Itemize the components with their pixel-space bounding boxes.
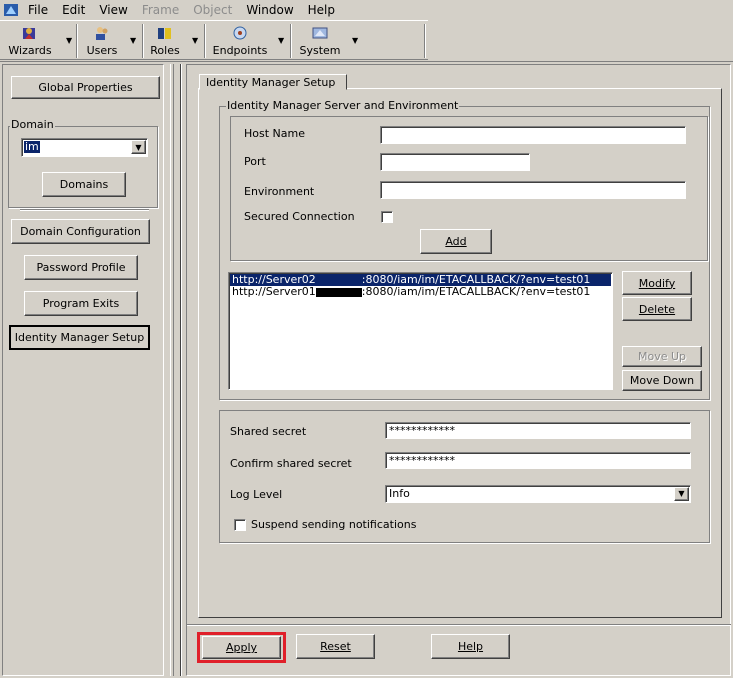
reset-button-label: Reset [320, 640, 351, 653]
users-button[interactable]: Users [80, 24, 124, 58]
splitter-handle[interactable] [170, 64, 174, 676]
domains-button[interactable]: Domains [42, 172, 126, 197]
add-button[interactable]: Add [420, 229, 492, 254]
menu-bar: File Edit View Frame Object Window Help [0, 0, 733, 20]
program-exits-button[interactable]: Program Exits [24, 291, 138, 316]
tab-identity-manager-setup[interactable]: Identity Manager Setup [199, 74, 347, 90]
port-input[interactable] [380, 153, 530, 171]
system-icon [311, 25, 329, 44]
modify-button[interactable]: Modify [622, 271, 692, 295]
toolbar-separator [424, 24, 426, 58]
shared-secret-label: Shared secret [230, 425, 307, 438]
secured-connection-label: Secured Connection [244, 210, 355, 223]
sidebar-divider [20, 209, 149, 211]
add-button-label: Add [445, 235, 467, 248]
wizards-label: Wizards [8, 44, 52, 57]
confirm-secret-value: ************ [389, 454, 455, 467]
toolbar-separator [290, 24, 292, 58]
toolbar-separator [142, 24, 144, 58]
menu-frame[interactable]: Frame [135, 3, 186, 17]
environment-label: Environment [244, 185, 315, 198]
tab-label: Identity Manager Setup [206, 75, 336, 89]
users-icon [93, 25, 111, 44]
help-button-label: Help [457, 640, 484, 653]
wizards-button[interactable]: Wizards [4, 24, 56, 58]
suspend-notifications-checkbox[interactable] [234, 519, 246, 531]
endpoints-icon [231, 25, 249, 44]
toolbar-separator [204, 24, 206, 58]
confirm-secret-label: Confirm shared secret [230, 457, 352, 470]
chevron-down-icon[interactable]: ▼ [674, 487, 689, 501]
delete-button[interactable]: Delete [622, 297, 692, 321]
system-label: System [299, 44, 341, 57]
roles-dropdown-icon[interactable]: ▼ [192, 36, 198, 45]
menu-help[interactable]: Help [301, 3, 342, 17]
app-icon [3, 3, 19, 17]
reset-button[interactable]: Reset [296, 634, 375, 659]
apply-button[interactable]: Apply [202, 636, 281, 659]
toolbar-separator [76, 24, 78, 58]
menu-view[interactable]: View [92, 3, 134, 17]
roles-label: Roles [150, 44, 180, 57]
secured-connection-checkbox[interactable] [381, 211, 393, 223]
chevron-down-icon[interactable]: ▼ [131, 140, 146, 154]
list-item-host: http://Server01 [232, 285, 316, 298]
environment-input[interactable] [380, 181, 686, 199]
endpoints-button[interactable]: Endpoints [208, 24, 272, 58]
wizard-icon [21, 25, 39, 44]
roles-icon [156, 25, 174, 44]
host-name-label: Host Name [244, 127, 305, 140]
shared-secret-value: ************ [389, 424, 455, 437]
server-list[interactable]: http://Server02:8080/iam/im/ETACALLBACK/… [228, 272, 613, 390]
users-label: Users [86, 44, 118, 57]
help-button[interactable]: Help [431, 634, 510, 659]
suspend-notifications-label: Suspend sending notifications [251, 518, 417, 531]
system-button[interactable]: System [294, 24, 346, 58]
users-dropdown-icon[interactable]: ▼ [130, 36, 136, 45]
shared-secret-input[interactable]: ************ [385, 422, 691, 439]
log-level-select[interactable]: Info ▼ [385, 485, 691, 503]
endpoints-dropdown-icon[interactable]: ▼ [278, 36, 284, 45]
menu-edit[interactable]: Edit [55, 3, 92, 17]
apply-button-label: Apply [225, 641, 258, 654]
redacted-block [315, 275, 362, 285]
log-level-value: Info [389, 487, 410, 500]
menu-window[interactable]: Window [239, 3, 300, 17]
global-properties-button[interactable]: Global Properties [11, 76, 160, 99]
footer-divider [187, 624, 731, 626]
log-level-label: Log Level [230, 488, 283, 501]
roles-button[interactable]: Roles [146, 24, 184, 58]
server-environment-group-title: Identity Manager Server and Environment [226, 99, 460, 112]
domain-group-label: Domain [10, 118, 55, 131]
port-label: Port [244, 155, 266, 168]
confirm-secret-input[interactable]: ************ [385, 452, 691, 469]
password-profile-button[interactable]: Password Profile [24, 255, 138, 280]
domain-configuration-button[interactable]: Domain Configuration [11, 219, 150, 244]
delete-button-label: Delete [638, 302, 676, 316]
domain-select-value: im [24, 140, 40, 153]
system-dropdown-icon[interactable]: ▼ [352, 36, 358, 45]
move-up-button[interactable]: Move Up [622, 346, 702, 367]
menu-file[interactable]: File [21, 3, 55, 17]
list-item[interactable]: http://Server01 :8080/iam/im/ETACALLBACK/… [230, 286, 611, 298]
wizards-dropdown-icon[interactable]: ▼ [66, 36, 72, 45]
endpoints-label: Endpoints [212, 44, 268, 57]
splitter-line [180, 64, 182, 676]
host-name-input[interactable] [380, 126, 686, 144]
redacted-block [315, 287, 362, 297]
identity-manager-setup-button[interactable]: Identity Manager Setup [9, 325, 150, 350]
list-item-path: :8080/iam/im/ETACALLBACK/?env=test01 [361, 285, 591, 298]
modify-button-label: Modify [638, 276, 676, 290]
menu-object[interactable]: Object [186, 3, 239, 17]
move-down-button[interactable]: Move Down [622, 370, 702, 391]
domain-select[interactable]: im ▼ [21, 138, 148, 157]
